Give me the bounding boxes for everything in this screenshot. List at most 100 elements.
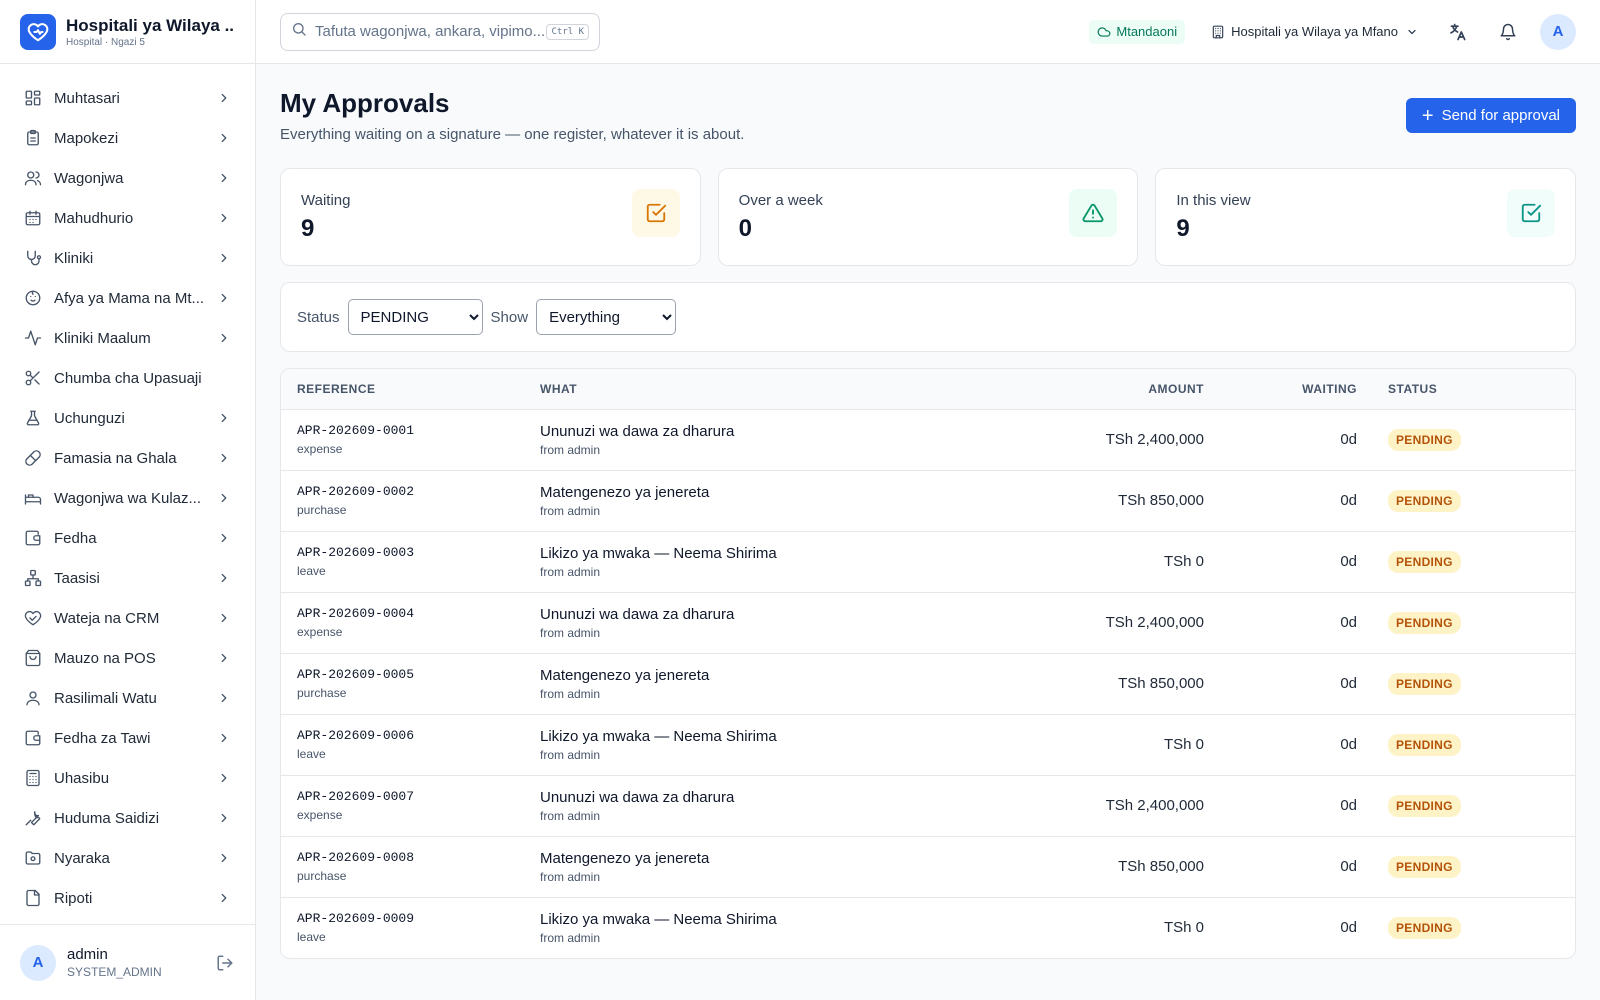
bell-icon[interactable]: [1490, 14, 1526, 50]
search-box[interactable]: Ctrl K: [280, 12, 600, 51]
reference-code[interactable]: APR-202609-0005: [297, 667, 540, 682]
approval-waiting: 0d: [1340, 735, 1357, 753]
plus-icon: +: [1421, 104, 1434, 127]
sidebar-item-6[interactable]: Kliniki Maalum: [0, 318, 255, 358]
stats-row: Waiting 9 Over a week 0 In this view 9: [280, 168, 1577, 266]
table-row[interactable]: APR-202609-0007 expense Ununuzi wa dawa za…: [281, 775, 1575, 836]
reference-code[interactable]: APR-202609-0006: [297, 728, 540, 743]
sidebar-item-7[interactable]: Chumba cha Upasuaji: [0, 358, 255, 398]
activity-icon: [24, 329, 42, 347]
sidebar-item-13[interactable]: Wateja na CRM: [0, 598, 255, 638]
reference-type: purchase: [297, 869, 347, 883]
sidebar-item-11[interactable]: Fedha: [0, 518, 255, 558]
baby-icon: [24, 289, 42, 307]
approval-amount: TSh 850,000: [1118, 857, 1204, 875]
sidebar-item-14[interactable]: Mauzo na POS: [0, 638, 255, 678]
sidebar-item-label: Chumba cha Upasuaji: [54, 369, 202, 387]
filters-bar: Status PENDING Show Everything: [280, 282, 1576, 352]
column-header-waiting[interactable]: WAITING: [1204, 369, 1357, 409]
sidebar-item-2[interactable]: Wagonjwa: [0, 158, 255, 198]
sidebar-item-0[interactable]: Muhtasari: [0, 78, 255, 118]
status-badge: PENDING: [1388, 672, 1461, 695]
reference-code[interactable]: APR-202609-0004: [297, 606, 540, 621]
online-status-label: Mtandaoni: [1116, 24, 1178, 39]
table-row[interactable]: APR-202609-0003 leave Likizo ya mwaka — Ne…: [281, 531, 1575, 592]
sidebar-item-12[interactable]: Taasisi: [0, 558, 255, 598]
flask-icon: [24, 409, 42, 427]
reference-type: purchase: [297, 686, 347, 700]
reference-type: purchase: [297, 503, 347, 517]
wallet-icon: [24, 529, 42, 547]
users-icon: [24, 169, 42, 187]
table-row[interactable]: APR-202609-0005 purchase Matengenezo ya je…: [281, 653, 1575, 714]
sidebar-item-18[interactable]: Huduma Saidizi: [0, 798, 255, 838]
handshake-icon: [24, 609, 42, 627]
scissors-icon: [24, 369, 42, 387]
approvals-table: REFERENCE WHAT AMOUNT WAITING STATUS APR…: [281, 369, 1575, 958]
show-filter-select[interactable]: Everything: [536, 299, 677, 335]
calculator-icon: [24, 769, 42, 787]
table-row[interactable]: APR-202609-0002 purchase Matengenezo ya je…: [281, 470, 1575, 531]
send-for-approval-button[interactable]: + Send for approval: [1405, 98, 1576, 133]
pill-icon: [24, 449, 42, 467]
chevron-right-icon: [217, 491, 231, 505]
sidebar-item-15[interactable]: Rasilimali Watu: [0, 678, 255, 718]
sidebar-item-label: Mauzo na POS: [54, 649, 156, 667]
reference-code[interactable]: APR-202609-0007: [297, 789, 540, 804]
table-row[interactable]: APR-202609-0006 leave Likizo ya mwaka — Ne…: [281, 714, 1575, 775]
app-subtitle: Hospital · Ngazi 5: [66, 36, 145, 48]
user-panel: A admin SYSTEM_ADMIN: [0, 924, 255, 1000]
header-avatar[interactable]: A: [1540, 13, 1576, 50]
table-row[interactable]: APR-202609-0008 purchase Matengenezo ya je…: [281, 836, 1575, 897]
table-row[interactable]: APR-202609-0009 leave Likizo ya mwaka — Ne…: [281, 897, 1575, 958]
sidebar-item-16[interactable]: Fedha za Tawi: [0, 718, 255, 758]
user-role: SYSTEM_ADMIN: [67, 965, 162, 979]
sidebar-item-5[interactable]: Afya ya Mama na Mt...: [0, 278, 255, 318]
status-filter-select[interactable]: PENDING: [347, 299, 483, 335]
reference-type: leave: [297, 747, 326, 761]
column-header-status[interactable]: STATUS: [1357, 369, 1575, 409]
search-icon: [291, 21, 307, 42]
status-badge: PENDING: [1388, 611, 1461, 634]
sidebar-item-19[interactable]: Nyaraka: [0, 838, 255, 878]
approval-amount: TSh 850,000: [1118, 491, 1204, 509]
search-input[interactable]: [315, 23, 547, 40]
chevron-right-icon: [217, 531, 231, 545]
reference-type: expense: [297, 442, 343, 456]
logout-icon[interactable]: [215, 953, 235, 973]
search-shortcut: Ctrl K: [546, 23, 589, 40]
approval-title: Likizo ya mwaka — Neema Shirima: [540, 544, 777, 562]
status-badge: PENDING: [1388, 489, 1461, 512]
sidebar-item-9[interactable]: Famasia na Ghala: [0, 438, 255, 478]
shopping-bag-icon: [24, 649, 42, 667]
approval-waiting: 0d: [1340, 491, 1357, 509]
approval-waiting: 0d: [1340, 918, 1357, 936]
sidebar-item-10[interactable]: Wagonjwa wa Kulaz...: [0, 478, 255, 518]
column-header-reference[interactable]: REFERENCE: [281, 369, 540, 409]
translate-icon[interactable]: [1440, 14, 1476, 50]
column-header-amount[interactable]: AMOUNT: [980, 369, 1204, 409]
sidebar-item-1[interactable]: Mapokezi: [0, 118, 255, 158]
main-content: My Approvals Everything waiting on a sig…: [280, 64, 1577, 959]
sidebar-item-3[interactable]: Mahudhurio: [0, 198, 255, 238]
sidebar-item-4[interactable]: Kliniki: [0, 238, 255, 278]
reference-code[interactable]: APR-202609-0008: [297, 850, 540, 865]
warning-icon: [1069, 189, 1118, 237]
cloud-icon: [1097, 26, 1111, 37]
user-avatar[interactable]: A: [20, 944, 56, 981]
sidebar-item-8[interactable]: Uchunguzi: [0, 398, 255, 438]
facility-selector[interactable]: Hospitali ya Wilaya ya Mfano: [1211, 24, 1418, 39]
building-icon: [1212, 25, 1224, 38]
sidebar-item-17[interactable]: Uhasibu: [0, 758, 255, 798]
table-row[interactable]: APR-202609-0004 expense Ununuzi wa dawa za…: [281, 592, 1575, 653]
sidebar-item-20[interactable]: Ripoti: [0, 878, 255, 918]
table-row[interactable]: APR-202609-0001 expense Ununuzi wa dawa za…: [281, 409, 1575, 470]
reference-code[interactable]: APR-202609-0002: [297, 484, 540, 499]
approval-from: from admin: [540, 625, 601, 640]
column-header-what[interactable]: WHAT: [540, 369, 980, 409]
reference-code[interactable]: APR-202609-0009: [297, 911, 540, 926]
sidebar-nav: Muhtasari Mapokezi Wagonjwa Mahudhurio Klini…: [0, 64, 255, 918]
brand[interactable]: Hospitali ya Wilaya ... Hospital · Ngazi…: [0, 0, 255, 64]
reference-code[interactable]: APR-202609-0001: [297, 423, 540, 438]
reference-code[interactable]: APR-202609-0003: [297, 545, 540, 560]
